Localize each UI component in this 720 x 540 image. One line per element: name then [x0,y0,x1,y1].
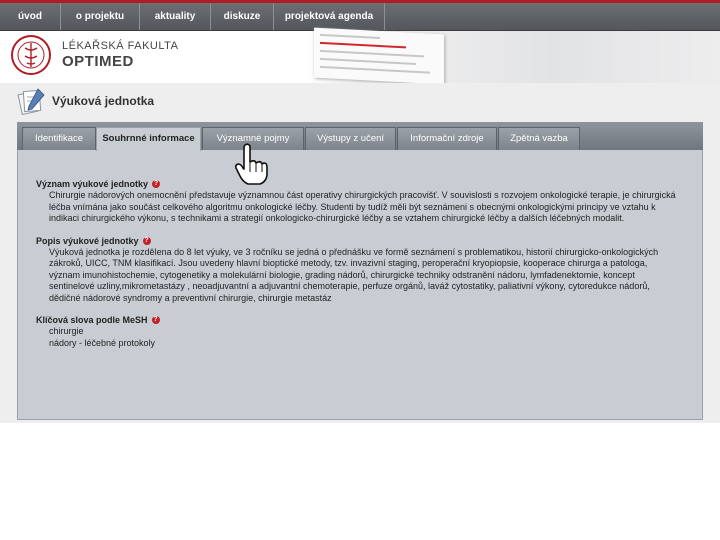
logo-faculty-name[interactable]: LÉKAŘSKÁ FAKULTA [62,40,178,52]
logo-optimed[interactable]: OPTIMED [62,53,134,70]
section-title-vyznam: Význam výukové jednotky ? [36,178,676,190]
nav-item-o-projektu[interactable]: o projektu [61,3,140,30]
tab-informacni-zdroje[interactable]: Informační zdroje [397,127,497,150]
summary-content: Význam výukové jednotky ? Chirurgie nádo… [36,178,676,349]
doc-line [320,49,424,58]
nav-item-diskuze[interactable]: diskuze [211,3,274,30]
help-icon[interactable]: ? [151,316,160,324]
document-stack-icon [17,88,45,115]
doc-line [320,57,416,65]
tab-vystupy-z-uceni[interactable]: Výstupy z učení [305,127,396,150]
section-title-text: Popis výukové jednotky [36,235,139,246]
keyword-item: nádory - léčebné protokoly [49,337,156,348]
doc-line [320,33,380,40]
section-title-text: Význam výukové jednotky [36,179,149,189]
tab-souhrnne-informace[interactable]: Souhrnné informace [96,127,201,151]
keyword-item: chirurgie [49,326,84,336]
faculty-seal-icon[interactable] [10,34,52,76]
nav-item-projektova-agenda[interactable]: projektová agenda [274,3,385,30]
section-text-vyznam: Chirurgie nádorových onemocnění představ… [49,190,676,223]
hand-pointer-cursor-icon [234,143,268,185]
nav-item-aktuality[interactable]: aktuality [140,3,211,30]
section-title-klicova-slova: Klíčová slova podle MeSH ? [36,314,676,326]
section-title-text: Klíčová slova podle MeSH [36,315,148,325]
tab-identifikace[interactable]: Identifikace [22,127,96,150]
nav-item-uvod[interactable]: úvod [0,3,61,30]
help-icon[interactable]: ? [142,236,151,245]
help-icon[interactable]: ? [152,180,161,188]
doc-line [320,41,406,49]
page-title: Výuková jednotka [52,94,155,108]
tab-zpetna-vazba[interactable]: Zpětná vazba [498,127,580,150]
banner-document-image [314,27,444,85]
doc-line [320,65,430,74]
section-text-popis: Výuková jednotka je rozdělena do 8 let v… [49,246,659,303]
section-title-popis: Popis výukové jednotky ? [36,235,676,247]
